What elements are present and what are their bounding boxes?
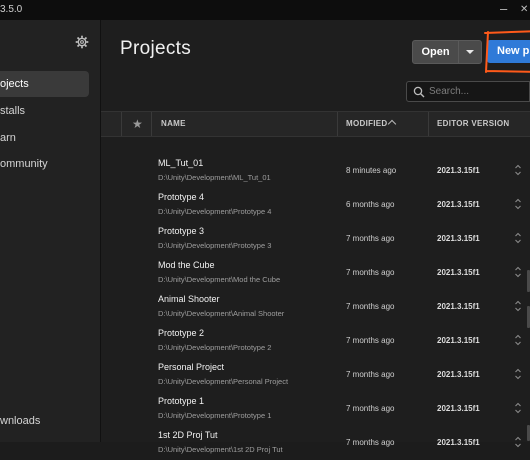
project-name: Personal Project [158, 362, 225, 372]
project-editor-version: 2021.3.15f1 [437, 370, 480, 379]
project-modified: 7 months ago [346, 438, 395, 447]
sidebar-item-community[interactable]: ommunity [0, 151, 100, 177]
project-name: Prototype 2 [158, 328, 205, 338]
sidebar: ojects stalls arn ommunity wnloads [0, 20, 101, 442]
main-panel: Projects Open New pro Search... ★ NAME M… [101, 20, 530, 454]
search-input[interactable]: Search... [406, 81, 530, 102]
project-name: Animal Shooter [158, 294, 220, 304]
project-modified: 7 months ago [346, 404, 395, 413]
sidebar-item-label: wnloads [0, 415, 41, 427]
sidebar-item-label: ojects [0, 78, 29, 90]
sidebar-item-label: stalls [0, 105, 26, 117]
search-placeholder: Search... [429, 86, 470, 97]
version-select-icon[interactable] [514, 265, 522, 279]
project-name: Prototype 3 [158, 226, 205, 236]
title-bar: 3.5.0 – ✕ [0, 0, 530, 20]
column-header-name[interactable]: NAME [161, 112, 186, 136]
project-modified: 7 months ago [346, 336, 395, 345]
sort-ascending-icon [387, 119, 397, 129]
table-header: ★ NAME MODIFIED EDITOR VERSION [101, 111, 530, 137]
table-row[interactable]: Prototype 1 D:\Unity\Development\Prototyp… [101, 392, 530, 426]
version-select-icon[interactable] [514, 367, 522, 381]
sidebar-item-label: arn [0, 132, 16, 144]
project-editor-version: 2021.3.15f1 [437, 166, 480, 175]
project-modified: 7 months ago [346, 370, 395, 379]
page-title: Projects [120, 38, 192, 59]
sidebar-item-label: ommunity [0, 158, 48, 170]
close-button[interactable]: ✕ [520, 4, 528, 15]
version-select-icon[interactable] [514, 197, 522, 211]
project-editor-version: 2021.3.15f1 [437, 302, 480, 311]
project-modified: 7 months ago [346, 268, 395, 277]
open-button[interactable]: Open [412, 40, 459, 64]
column-header-modified[interactable]: MODIFIED [346, 112, 388, 136]
column-divider [121, 112, 122, 136]
project-name: Prototype 4 [158, 192, 205, 202]
sidebar-item-learn[interactable]: arn [0, 125, 100, 151]
table-row[interactable]: ML_Tut_01 D:\Unity\Development\ML_Tut_01 8… [101, 154, 530, 188]
version-select-icon[interactable] [514, 163, 522, 177]
project-path: D:\Unity\Development\Prototype 1 [158, 411, 272, 420]
table-row[interactable]: Prototype 3 D:\Unity\Development\Prototyp… [101, 222, 530, 256]
highlight-annotation [484, 30, 530, 73]
column-divider [337, 112, 338, 136]
project-editor-version: 2021.3.15f1 [437, 234, 480, 243]
star-icon[interactable]: ★ [132, 117, 143, 131]
version-select-icon[interactable] [514, 231, 522, 245]
project-name: Prototype 1 [158, 396, 205, 406]
project-path: D:\Unity\Development\Personal Project [158, 377, 289, 386]
project-editor-version: 2021.3.15f1 [437, 438, 480, 447]
gear-icon[interactable] [75, 35, 89, 49]
project-path: D:\Unity\Development\ML_Tut_01 [158, 173, 271, 182]
table-row[interactable]: Prototype 2 D:\Unity\Development\Prototyp… [101, 324, 530, 358]
version-select-icon[interactable] [514, 401, 522, 415]
project-modified: 8 minutes ago [346, 166, 397, 175]
project-editor-version: 2021.3.15f1 [437, 336, 480, 345]
project-name: Mod the Cube [158, 260, 215, 270]
project-modified: 7 months ago [346, 302, 395, 311]
table-row[interactable]: 1st 2D Proj Tut D:\Unity\Development\1st … [101, 426, 530, 460]
sidebar-item-downloads[interactable]: wnloads [0, 408, 100, 434]
project-path: D:\Unity\Development\Animal Shooter [158, 309, 285, 318]
project-path: D:\Unity\Development\Mod the Cube [158, 275, 281, 284]
project-path: D:\Unity\Development\Prototype 2 [158, 343, 272, 352]
sidebar-item-installs[interactable]: stalls [0, 98, 100, 124]
table-row[interactable]: Animal Shooter D:\Unity\Development\Anima… [101, 290, 530, 324]
search-icon [413, 86, 425, 98]
app-version: 3.5.0 [0, 4, 23, 15]
project-modified: 6 months ago [346, 200, 395, 209]
project-modified: 7 months ago [346, 234, 395, 243]
project-editor-version: 2021.3.15f1 [437, 404, 480, 413]
column-header-editor-version[interactable]: EDITOR VERSION [437, 112, 510, 136]
minimize-button[interactable]: – [500, 1, 507, 16]
version-select-icon[interactable] [514, 299, 522, 313]
sidebar-item-projects[interactable]: ojects [0, 71, 89, 97]
version-select-icon[interactable] [514, 333, 522, 347]
project-path: D:\Unity\Development\Prototype 4 [158, 207, 272, 216]
column-divider [428, 112, 429, 136]
table-row[interactable]: Personal Project D:\Unity\Development\Per… [101, 358, 530, 392]
version-select-icon[interactable] [514, 435, 522, 449]
open-dropdown-button[interactable] [458, 40, 482, 64]
project-path: D:\Unity\Development\Prototype 3 [158, 241, 272, 250]
table-row[interactable]: Prototype 4 D:\Unity\Development\Prototyp… [101, 188, 530, 222]
column-divider [151, 112, 152, 136]
table-row[interactable]: Mod the Cube D:\Unity\Development\Mod the… [101, 256, 530, 290]
project-editor-version: 2021.3.15f1 [437, 200, 480, 209]
project-name: 1st 2D Proj Tut [158, 430, 218, 440]
project-editor-version: 2021.3.15f1 [437, 268, 480, 277]
project-path: D:\Unity\Development\1st 2D Proj Tut [158, 445, 283, 454]
project-name: ML_Tut_01 [158, 158, 204, 168]
